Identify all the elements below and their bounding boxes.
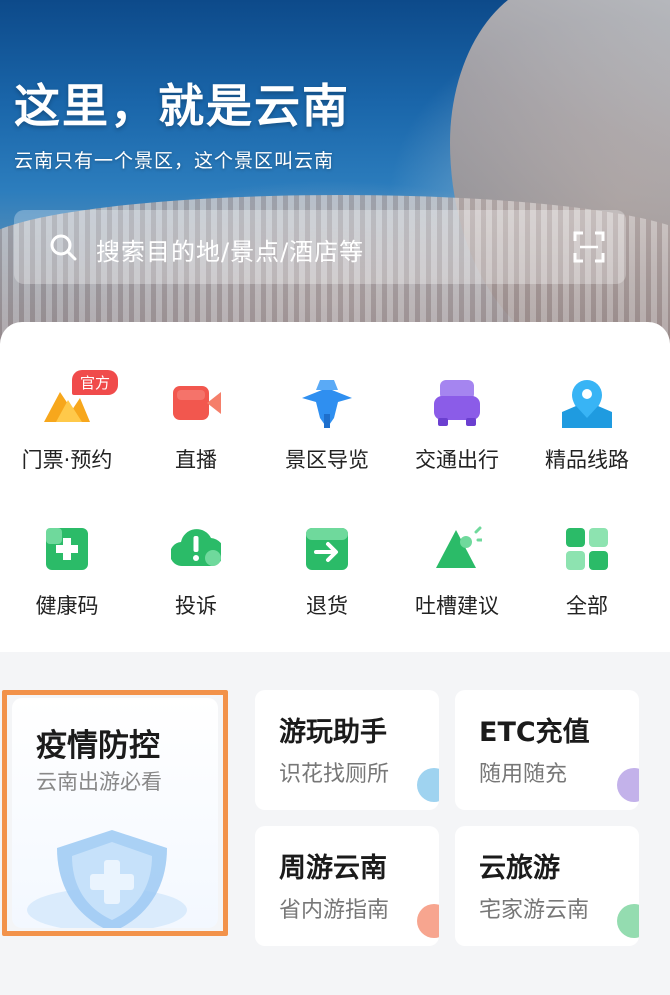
grid-item-live[interactable]: 直播 [129,378,263,508]
route-icon [562,380,612,428]
grid-label: 全部 [566,594,608,618]
grid-label: 健康码 [35,594,99,618]
card-title: ETC充值 [479,717,590,748]
grid-item-guide[interactable]: 景区导览 [260,378,394,508]
grid-item-return[interactable]: 退货 [260,524,394,654]
feedback-icon [436,526,482,568]
return-icon [306,528,348,570]
card-title: 周游云南 [279,853,387,884]
grid-label: 交通出行 [415,448,499,472]
search-input[interactable]: 搜索目的地/景点/酒店等 [96,232,364,267]
shield-icon [27,830,187,928]
card-decoration [617,768,639,802]
health-code-icon [46,528,88,570]
card-title: 游玩助手 [279,717,387,748]
grid-label: 景区导览 [285,448,369,472]
official-badge: 官方 [72,370,119,395]
card-title: 疫情防控 [36,728,160,764]
grid-label: 门票·预约 [21,448,113,472]
card-subtitle: 随用随充 [479,762,568,787]
guide-icon [302,380,352,428]
grid-label: 直播 [175,448,217,472]
grid-item-transport[interactable]: 交通出行 [390,378,524,508]
card-title: 云旅游 [479,853,560,884]
card-decoration [417,768,439,802]
card-subtitle: 识花找厕所 [279,762,390,787]
assistant-card[interactable]: 游玩助手 识花找厕所 [255,690,439,810]
car-icon [434,380,480,426]
scan-icon[interactable] [572,230,606,264]
epidemic-card[interactable]: 疫情防控 云南出游必看 [12,698,218,928]
hero-subtitle: 云南只有一个景区，这个景区叫云南 [14,150,335,172]
weekend-card[interactable]: 周游云南 省内游指南 [255,826,439,946]
grid-label: 投诉 [175,594,217,618]
grid-item-route[interactable]: 精品线路 [520,378,654,508]
live-video-icon [173,386,221,420]
card-subtitle: 宅家游云南 [479,898,590,923]
grid-item-feedback[interactable]: 吐槽建议 [390,524,524,654]
grid-item-ticket[interactable]: 门票·预约 [0,378,134,508]
etc-card[interactable]: ETC充值 随用随充 [455,690,639,810]
grid-label: 吐槽建议 [415,594,499,618]
card-subtitle: 省内游指南 [279,898,390,923]
all-apps-icon [566,528,608,570]
grid-label: 精品线路 [545,448,629,472]
grid-item-all[interactable]: 全部 [520,524,654,654]
card-subtitle: 云南出游必看 [36,770,162,794]
hero-title: 这里，就是云南 [14,79,350,133]
search-icon [50,234,77,261]
search-bar[interactable]: 搜索目的地/景点/酒店等 [14,210,626,284]
hero-banner: 这里，就是云南 云南只有一个景区，这个景区叫云南 搜索目的地/景点/酒店等 [0,0,670,345]
cloud-travel-card[interactable]: 云旅游 宅家游云南 [455,826,639,946]
grid-item-health-code[interactable]: 健康码 [0,524,134,654]
grid-label: 退货 [306,594,348,618]
complaint-icon [171,529,221,567]
card-decoration [417,904,439,938]
grid-item-complaint[interactable]: 投诉 [129,524,263,654]
card-decoration [617,904,639,938]
